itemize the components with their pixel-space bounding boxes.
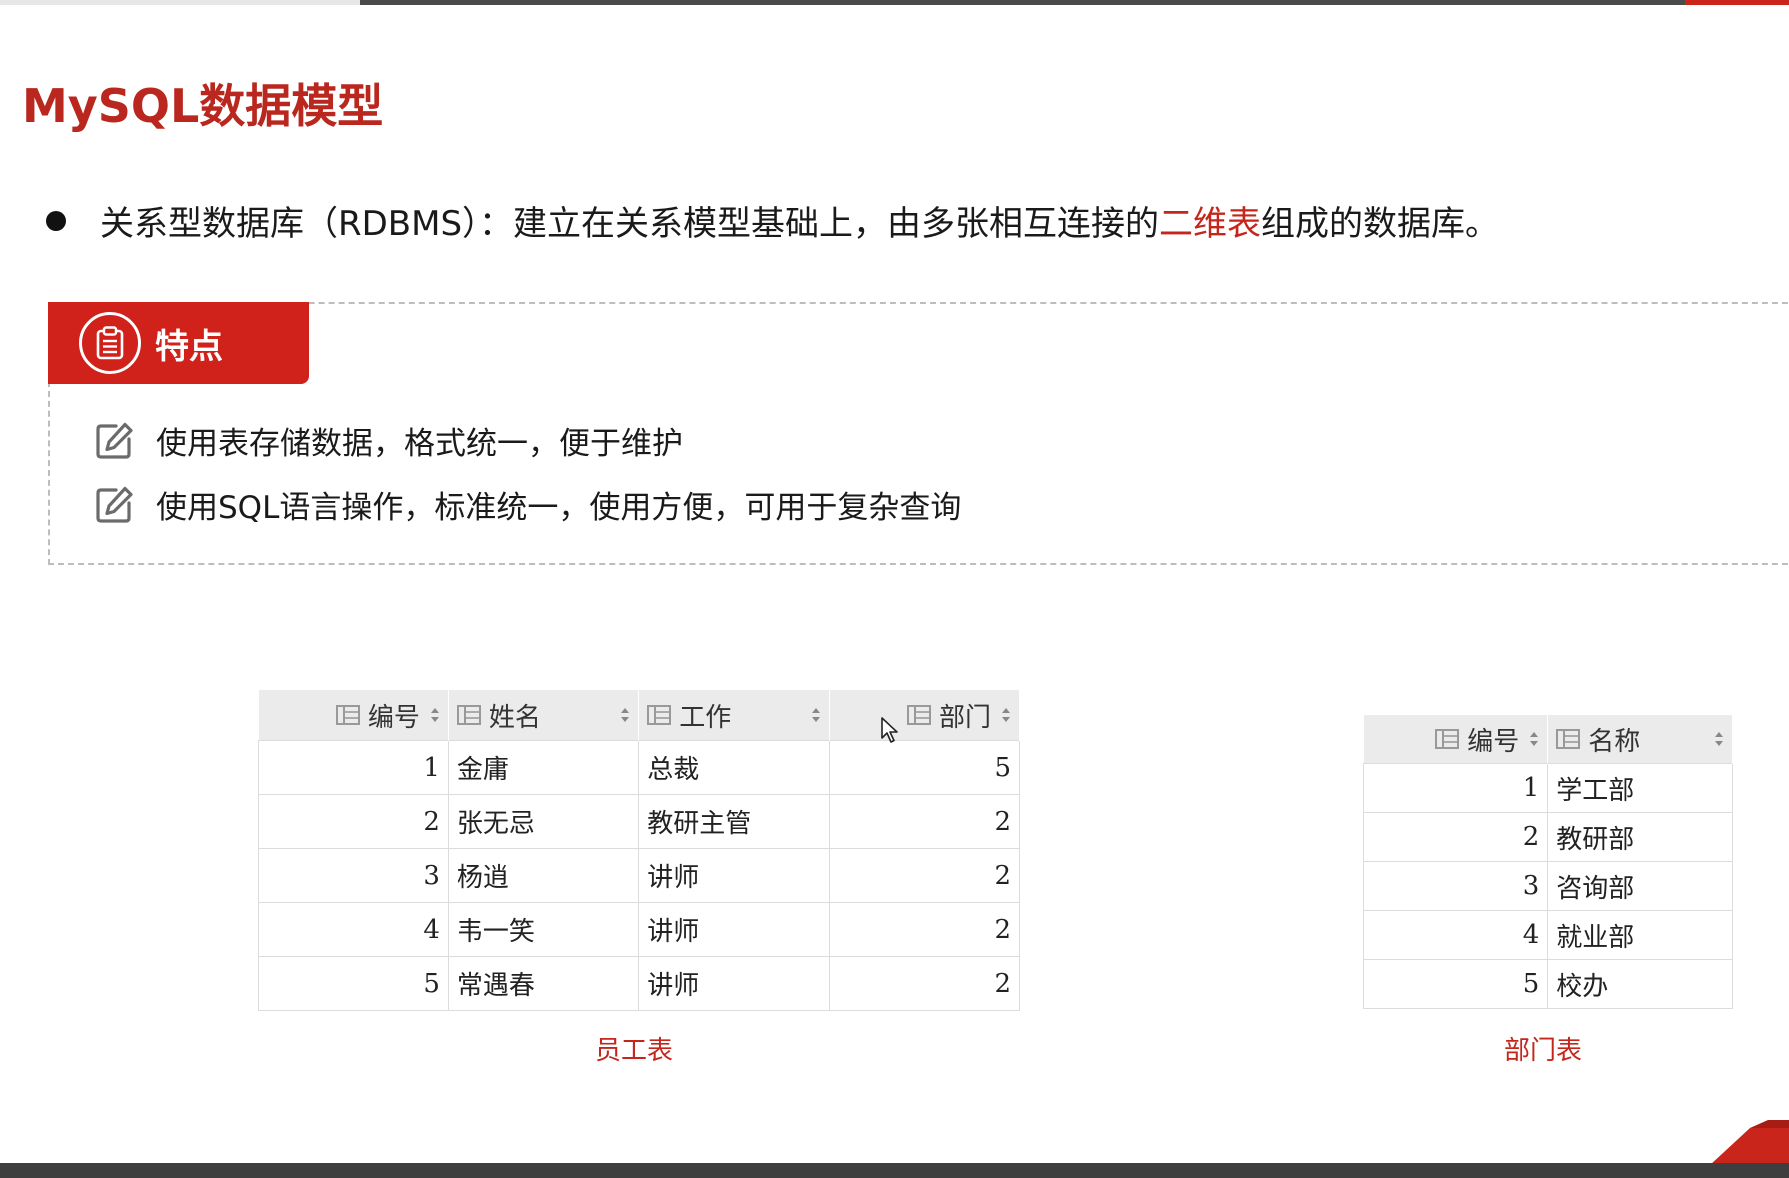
employee-table-caption: 员工表 — [595, 1036, 674, 1066]
table-row: 5 常遇春 讲师 2 — [258, 956, 1021, 1011]
table-row: 5 校办 — [1362, 959, 1733, 1009]
table-column-icon — [1556, 729, 1581, 749]
table-column-icon — [1435, 729, 1460, 749]
sort-icon[interactable] — [1714, 731, 1724, 747]
cell-id: 5 — [258, 956, 449, 1011]
clipboard-icon — [79, 312, 141, 374]
sort-icon[interactable] — [1001, 707, 1011, 723]
table-row: 1 金庸 总裁 5 — [258, 740, 1021, 795]
cell-name: 杨逍 — [447, 848, 640, 903]
table-row: 2 张无忌 教研主管 2 — [258, 794, 1021, 849]
table-column-icon — [335, 705, 360, 725]
table-row: 3 咨询部 — [1362, 861, 1733, 911]
table-row: 4 韦一笑 讲师 2 — [258, 902, 1021, 957]
cell-id: 5 — [1362, 959, 1549, 1009]
cell-title: 学工部 — [1547, 763, 1733, 813]
cell-dept: 2 — [828, 794, 1021, 849]
column-header-job[interactable]: 工作 — [638, 690, 830, 741]
table-header-row: 编号 名称 — [1363, 715, 1733, 764]
cell-job: 总裁 — [638, 740, 830, 795]
table-column-icon — [456, 705, 481, 725]
feature-item: 使用SQL语言操作，标准统一，使用方便，可用于复杂查询 — [94, 482, 961, 527]
sort-icon[interactable] — [430, 707, 440, 723]
cell-dept: 2 — [828, 848, 1021, 903]
feature-item: 使用表存储数据，格式统一，便于维护 — [94, 418, 683, 463]
bullet-point: 关系型数据库（RDBMS）：建立在关系模型基础上，由多张相互连接的二维表组成的数… — [46, 196, 1499, 245]
cell-dept: 2 — [828, 902, 1021, 957]
edit-icon — [96, 486, 133, 523]
cell-title: 咨询部 — [1547, 861, 1733, 911]
feature-item-text: 使用表存储数据，格式统一，便于维护 — [156, 426, 683, 462]
top-bar-left — [0, 0, 360, 5]
bottom-bar — [0, 1163, 1789, 1178]
cell-job: 讲师 — [638, 956, 830, 1011]
cell-id: 1 — [258, 740, 449, 795]
bullet-text-suffix: 组成的数据库。 — [1261, 204, 1500, 244]
corner-decoration — [1710, 1120, 1789, 1165]
bullet-dot-icon — [46, 210, 66, 231]
column-header-label: 姓名 — [488, 702, 541, 733]
column-header-label: 部门 — [938, 702, 991, 733]
bullet-text-prefix: 关系型数据库（RDBMS）：建立在关系模型基础上，由多张相互连接的 — [100, 204, 1160, 244]
cell-title: 就业部 — [1547, 910, 1733, 960]
column-header-id[interactable]: 编号 — [1363, 715, 1549, 764]
table-row: 2 教研部 — [1362, 812, 1733, 862]
cell-title: 教研部 — [1547, 812, 1733, 862]
table-row: 3 杨逍 讲师 2 — [258, 848, 1021, 903]
table-row: 4 就业部 — [1362, 910, 1733, 960]
table-header-row: 编号 姓名 工作 部门 — [258, 690, 1021, 741]
cell-dept: 5 — [828, 740, 1021, 795]
column-header-dept[interactable]: 部门 — [829, 690, 1021, 741]
bullet-text-highlight: 二维表 — [1159, 204, 1262, 244]
features-tab: 特点 — [48, 302, 309, 384]
column-header-label: 编号 — [1467, 726, 1520, 757]
cell-id: 2 — [1362, 812, 1549, 862]
bullet-text: 关系型数据库（RDBMS）：建立在关系模型基础上，由多张相互连接的二维表组成的数… — [100, 196, 1499, 245]
cell-job: 讲师 — [638, 902, 830, 957]
sort-icon[interactable] — [620, 707, 630, 723]
column-header-label: 编号 — [367, 702, 420, 733]
column-header-title[interactable]: 名称 — [1547, 715, 1733, 764]
top-bar — [360, 0, 1685, 5]
mouse-cursor-icon — [881, 717, 898, 743]
cell-name: 常遇春 — [447, 956, 640, 1011]
page-title: MySQL数据模型 — [22, 79, 384, 133]
cell-id: 4 — [258, 902, 449, 957]
edit-icon — [96, 422, 133, 459]
cell-name: 韦一笑 — [447, 902, 640, 957]
cell-name: 张无忌 — [447, 794, 640, 849]
table-column-icon — [647, 705, 672, 725]
department-table: 编号 名称 1 学工部 2 教研部 3 咨询部 4 就业部 5 校办 — [1362, 715, 1733, 1009]
column-header-name[interactable]: 姓名 — [448, 690, 640, 741]
cell-id: 1 — [1362, 763, 1549, 813]
column-header-id[interactable]: 编号 — [258, 690, 449, 741]
cell-job: 教研主管 — [638, 794, 830, 849]
cell-title: 校办 — [1547, 959, 1733, 1009]
features-tab-label: 特点 — [155, 326, 223, 367]
department-table-caption: 部门表 — [1504, 1036, 1583, 1066]
table-column-icon — [906, 705, 931, 725]
cell-id: 3 — [258, 848, 449, 903]
feature-item-text: 使用SQL语言操作，标准统一，使用方便，可用于复杂查询 — [156, 490, 962, 526]
cell-id: 2 — [258, 794, 449, 849]
cell-id: 3 — [1362, 861, 1549, 911]
cell-job: 讲师 — [638, 848, 830, 903]
sort-icon[interactable] — [811, 707, 821, 723]
cell-dept: 2 — [828, 956, 1021, 1011]
table-row: 1 学工部 — [1362, 763, 1733, 813]
sort-icon[interactable] — [1529, 731, 1539, 747]
column-header-label: 名称 — [1588, 726, 1641, 757]
employee-table: 编号 姓名 工作 部门 1 金庸 总裁 5 2 张无忌 教研主管 2 3 杨逍 … — [258, 690, 1021, 1011]
column-header-label: 工作 — [679, 702, 732, 733]
cell-name: 金庸 — [447, 740, 640, 795]
top-bar-accent — [1685, 0, 1789, 5]
cell-id: 4 — [1362, 910, 1549, 960]
